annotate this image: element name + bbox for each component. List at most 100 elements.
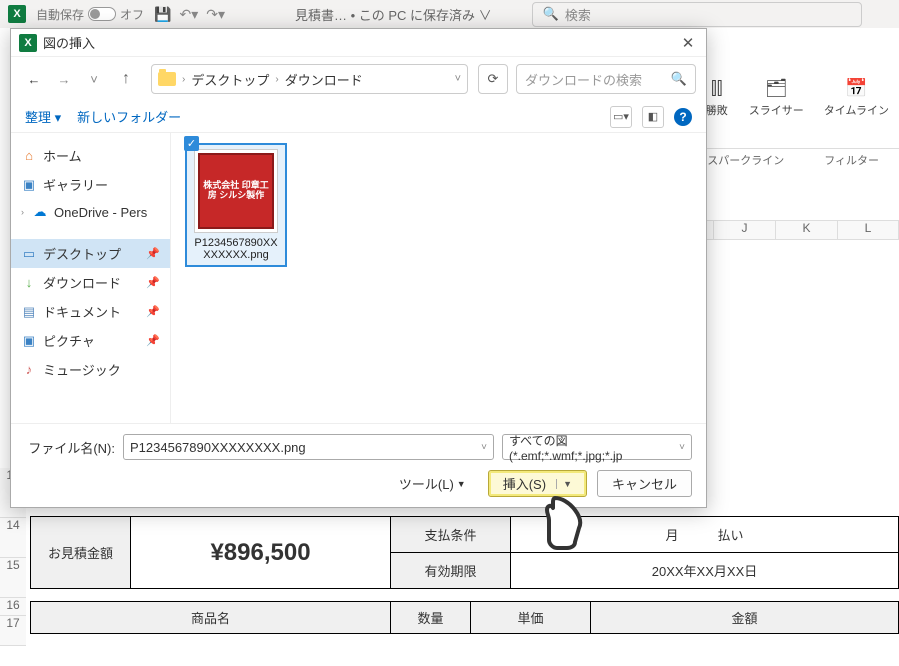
nav-onedrive[interactable]: ›☁OneDrive - Pers — [11, 199, 170, 225]
chevron-down-icon[interactable]: ˅ — [481, 442, 487, 453]
row-header[interactable]: 14 — [0, 518, 26, 558]
breadcrumb-item[interactable]: デスクトップ — [191, 70, 269, 89]
search-icon: 🔍 — [671, 71, 687, 87]
nav-desktop[interactable]: ▭デスクトップ📌 — [11, 239, 170, 268]
filename-input[interactable]: P1234567890XXXXXXXX.png ˅ — [123, 434, 494, 460]
save-icon[interactable]: 💾 — [154, 6, 171, 23]
help-button[interactable]: ? — [674, 108, 692, 126]
th-product: 商品名 — [31, 602, 391, 633]
address-bar[interactable]: › デスクトップ › ダウンロード ˅ — [151, 64, 468, 94]
preview-pane-button[interactable]: ◧ — [642, 106, 664, 128]
pin-icon: 📌 — [146, 305, 160, 318]
stamp-image: 株式会社 印章工房 シルシ製作 — [198, 153, 274, 229]
file-list[interactable]: ✓ 株式会社 印章工房 シルシ製作 P1234567890XXXXXXXX.pn… — [171, 133, 706, 423]
new-folder-button[interactable]: 新しいフォルダー — [77, 107, 181, 126]
folder-search-placeholder: ダウンロードの検索 — [525, 70, 642, 89]
search-placeholder: 検索 — [565, 5, 591, 24]
chevron-right-icon: › — [180, 74, 187, 85]
nav-pictures-label: ピクチャ — [43, 331, 95, 350]
th-amount: 金額 — [591, 602, 898, 633]
validity-label: 有効期限 — [391, 553, 510, 588]
nav-documents-label: ドキュメント — [43, 302, 121, 321]
undo-icon[interactable]: ↶▾ — [179, 6, 198, 23]
document-title[interactable]: 見積書… • この PC に保存済み ∨ — [295, 5, 492, 24]
pin-icon: 📌 — [146, 276, 160, 289]
qat: 💾 ↶▾ ↷▾ — [154, 6, 225, 23]
row-header[interactable]: 17 — [0, 616, 26, 646]
check-icon: ✓ — [184, 136, 199, 151]
folder-search-input[interactable]: ダウンロードの検索 🔍 — [516, 64, 696, 94]
column-header[interactable]: K — [775, 220, 837, 240]
nav-documents[interactable]: ▤ ドキュメント 📌 — [11, 297, 170, 326]
ribbon-winloss[interactable]: ⫿⫿ 勝敗 — [705, 76, 729, 118]
autosave-switch[interactable] — [88, 7, 116, 21]
pictures-icon: ▣ — [21, 333, 37, 349]
nav-gallery[interactable]: ▣ ギャラリー — [11, 170, 170, 199]
insert-dropdown[interactable]: ▼ — [556, 479, 572, 489]
column-header[interactable]: J — [713, 220, 775, 240]
organize-menu[interactable]: 整理 ▾ — [25, 107, 61, 126]
winloss-icon: ⫿⫿ — [705, 76, 729, 100]
ribbon-slicer-label: スライサー — [749, 102, 804, 118]
nav-recent-button[interactable]: ˅ — [81, 66, 107, 92]
nav-music[interactable]: ♪ミュージック — [11, 355, 170, 384]
row-header[interactable]: 15 — [0, 558, 26, 598]
chevron-right-icon: › — [21, 207, 26, 217]
nav-home[interactable]: ⌂ ホーム — [11, 141, 170, 170]
nav-gallery-label: ギャラリー — [43, 175, 108, 194]
autosave-toggle[interactable]: 自動保存 オフ — [36, 6, 144, 23]
file-item-selected[interactable]: ✓ 株式会社 印章工房 シルシ製作 P1234567890XXXXXXXX.pn… — [185, 143, 287, 267]
cloud-icon: ☁ — [32, 204, 48, 220]
quote-amount-label: お見積金額 — [31, 517, 131, 588]
cancel-label: キャンセル — [612, 474, 677, 493]
quote-amount-value: ¥896,500 — [131, 517, 391, 588]
payment-terms-value: 月 払い — [511, 517, 898, 553]
dialog-title: 図の挿入 — [43, 33, 95, 52]
column-header[interactable]: L — [837, 220, 899, 240]
refresh-button[interactable]: ⟳ — [478, 64, 508, 94]
ribbon-winloss-label: 勝敗 — [706, 102, 728, 118]
ribbon-timeline[interactable]: 📅 タイムライン — [824, 76, 889, 118]
items-table-header: 商品名 数量 単価 金額 — [30, 601, 899, 634]
nav-back-button[interactable]: ← — [21, 66, 47, 92]
tools-menu[interactable]: ツール(L)▼ — [399, 474, 466, 493]
validity-value: 20XX年XX月XX日 — [511, 553, 898, 588]
insert-button[interactable]: 挿入(S) ▼ — [488, 470, 587, 497]
home-icon: ⌂ — [21, 148, 37, 164]
dialog-app-icon: X — [19, 34, 37, 52]
ribbon-slicer[interactable]: 🗂 スライサー — [749, 76, 804, 118]
pin-icon: 📌 — [146, 334, 160, 347]
nav-pictures[interactable]: ▣ ピクチャ 📌 — [11, 326, 170, 355]
insert-picture-dialog: X 図の挿入 ✕ ← → ˅ ↑ › デスクトップ › ダウンロード ˅ ⟳ ダ… — [10, 28, 707, 508]
payment-terms-label: 支払条件 — [391, 517, 510, 553]
chevron-down-icon[interactable]: ˅ — [679, 442, 685, 453]
redo-icon[interactable]: ↷▾ — [206, 6, 225, 23]
navigation-pane: ⌂ホーム ▣ギャラリー ›☁OneDrive - Pers ▭デスクトップ📌 ↓… — [11, 133, 171, 423]
autosave-label: 自動保存 — [36, 6, 84, 23]
ribbon-timeline-label: タイムライン — [824, 102, 889, 118]
file-type-filter[interactable]: すべての図 (*.emf;*.wmf;*.jpg;*.jp ˅ — [502, 434, 692, 460]
file-name-label: P1234567890XXXXXXXX.png — [191, 237, 281, 261]
nav-home-label: ホーム — [43, 146, 82, 165]
tools-label: ツール(L) — [399, 474, 454, 493]
autosave-state: オフ — [120, 6, 144, 23]
timeline-icon: 📅 — [844, 76, 868, 100]
close-button[interactable]: ✕ — [678, 34, 698, 52]
cancel-button[interactable]: キャンセル — [597, 470, 692, 497]
nav-music-label: ミュージック — [43, 360, 121, 379]
slicer-icon: 🗂 — [764, 76, 788, 100]
nav-forward-button[interactable]: → — [51, 66, 77, 92]
view-thumbnails-button[interactable]: ▭▾ — [610, 106, 632, 128]
breadcrumb-item[interactable]: ダウンロード — [285, 70, 363, 89]
search-box[interactable]: 🔍 検索 — [532, 2, 862, 27]
pin-icon: 📌 — [146, 247, 160, 260]
document-icon: ▤ — [21, 304, 37, 320]
nav-downloads[interactable]: ↓ダウンロード📌 — [11, 268, 170, 297]
row-header[interactable]: 16 — [0, 598, 26, 616]
chevron-down-icon[interactable]: ˅ — [455, 73, 461, 85]
file-thumbnail: 株式会社 印章工房 シルシ製作 — [194, 149, 278, 233]
nav-desktop-label: デスクトップ — [43, 244, 121, 263]
nav-up-button[interactable]: ↑ — [111, 70, 141, 88]
folder-icon — [158, 72, 176, 86]
gallery-icon: ▣ — [21, 177, 37, 193]
